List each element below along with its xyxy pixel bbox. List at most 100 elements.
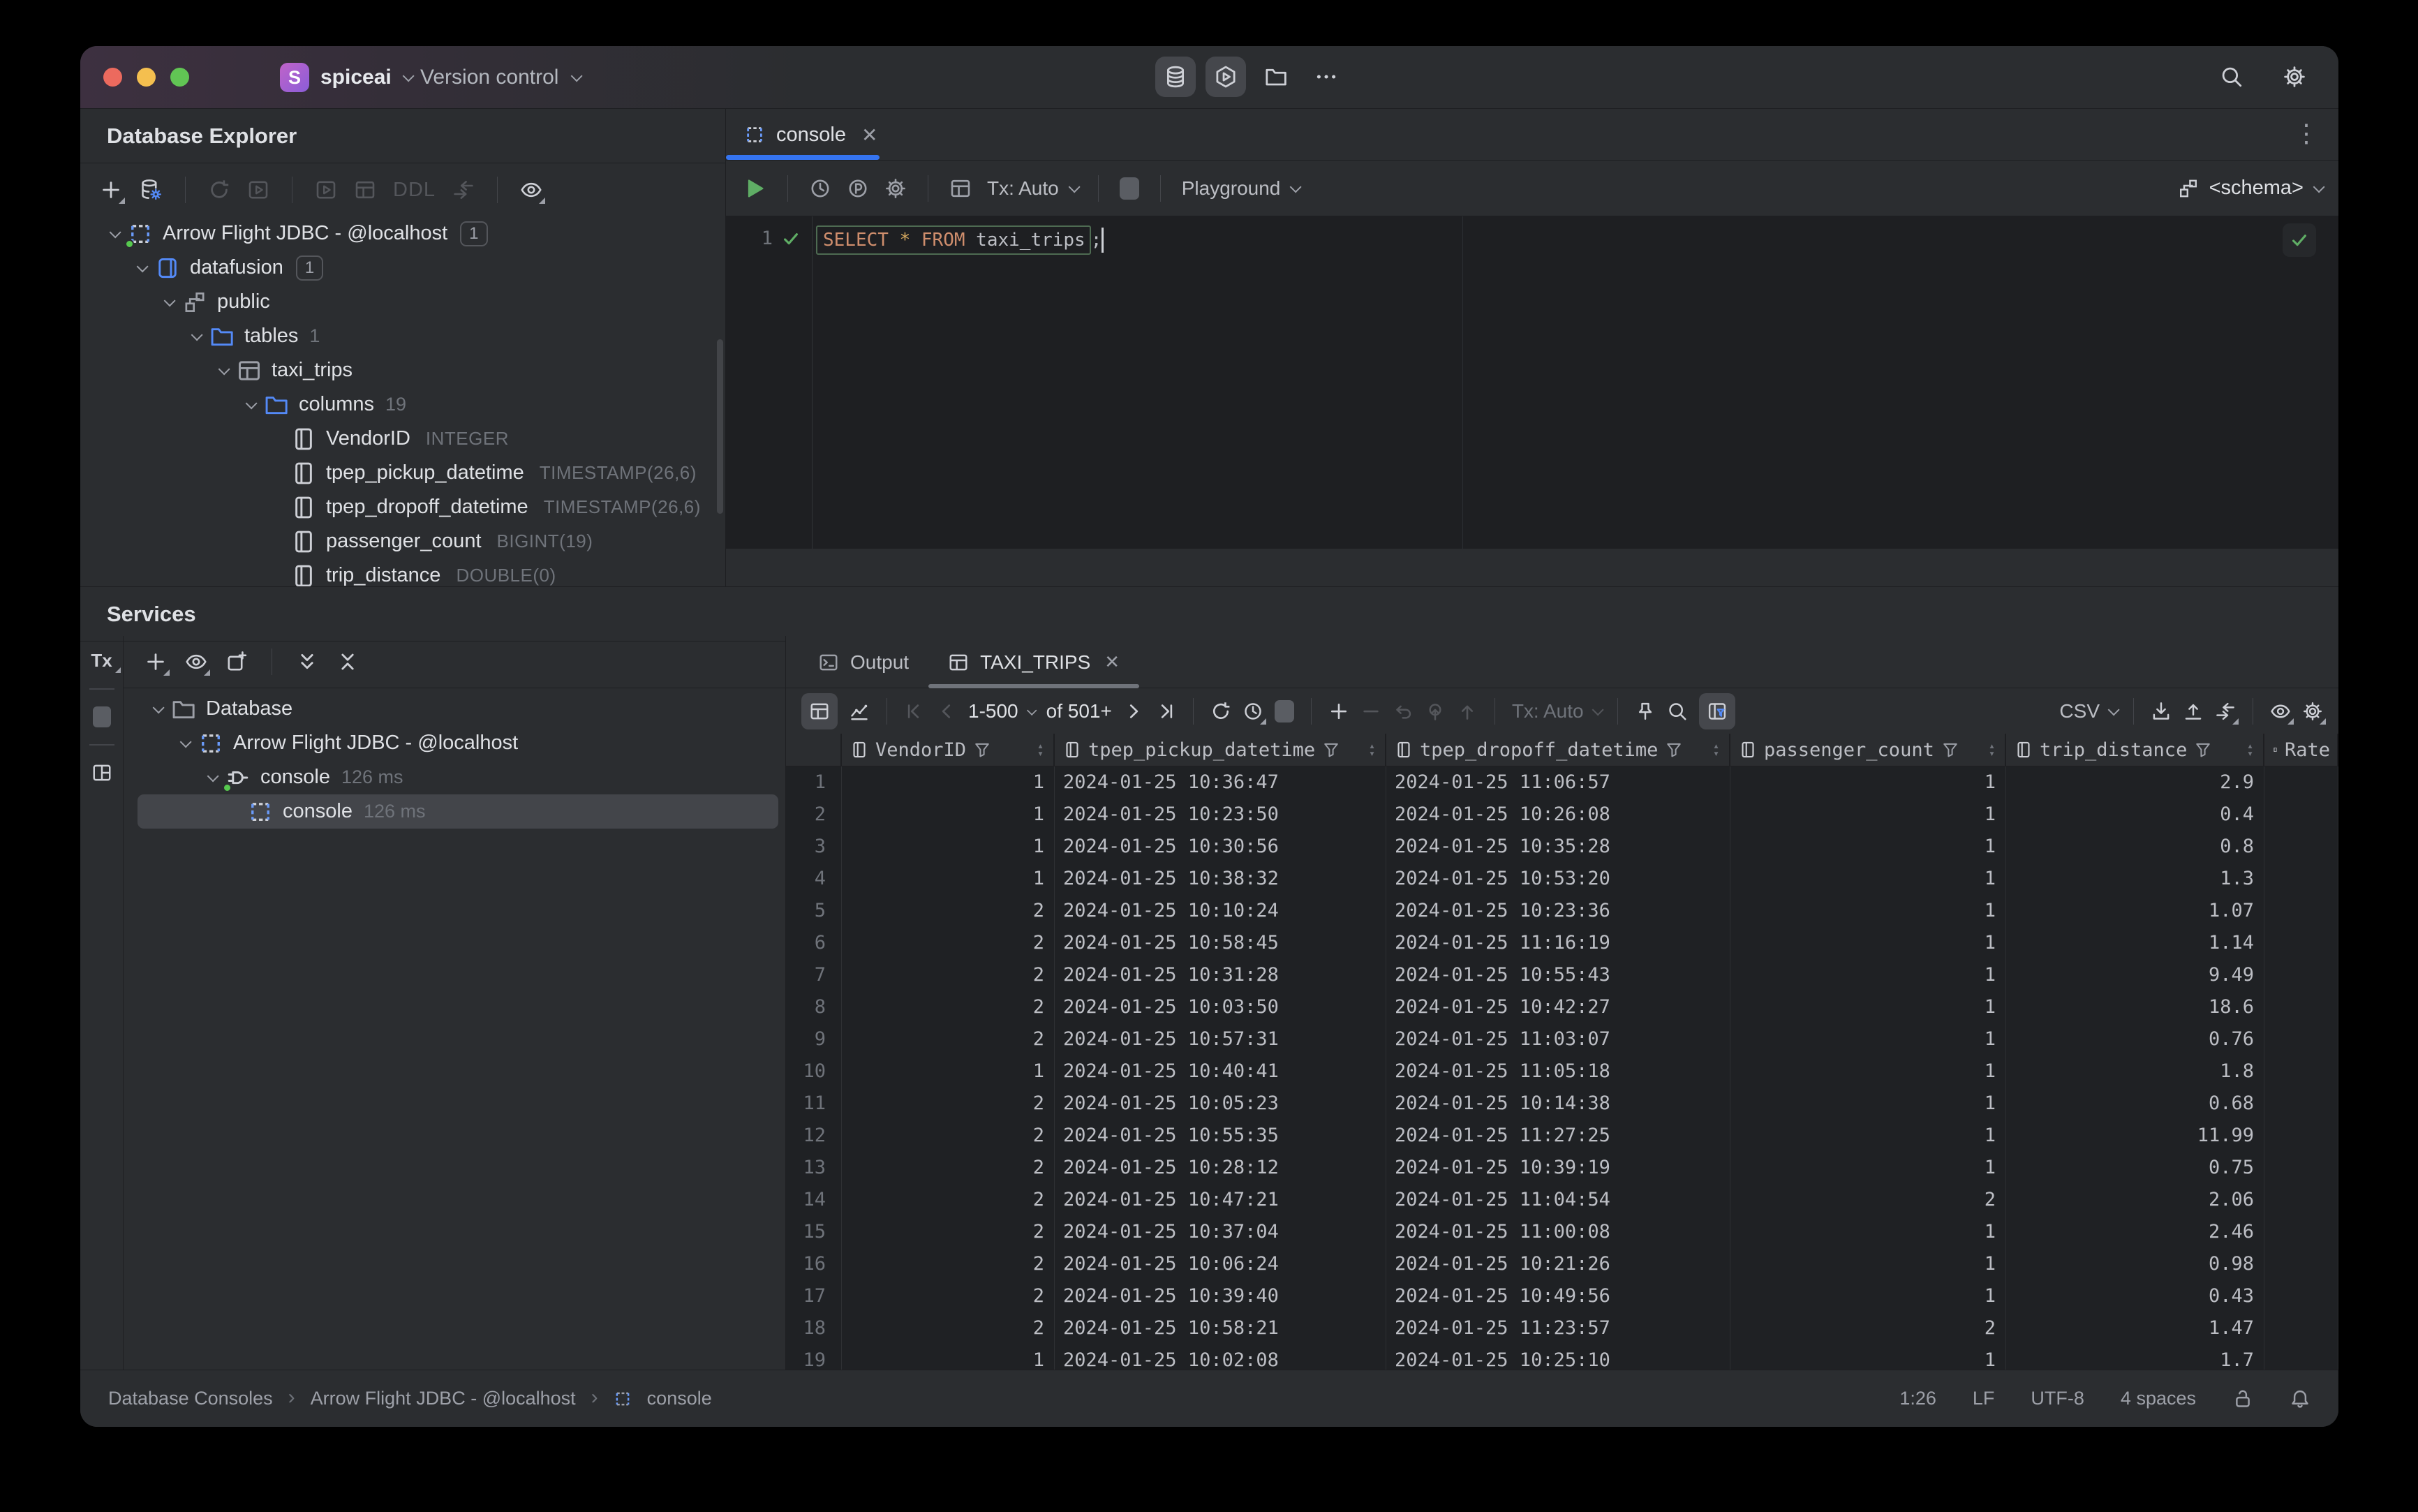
cell-pickup-datetime[interactable]: 2024-01-25 10:30:56 bbox=[1055, 831, 1386, 863]
cell-passenger-count[interactable]: 1 bbox=[1730, 959, 2006, 991]
tree-item-column[interactable]: trip_distance DOUBLE(0) bbox=[80, 558, 725, 586]
cell-dropoff-datetime[interactable]: 2024-01-25 11:16:19 bbox=[1386, 927, 1730, 959]
cell-passenger-count[interactable]: 1 bbox=[1730, 895, 2006, 927]
cell-trip-distance[interactable]: 0.4 bbox=[2006, 799, 2264, 831]
tree-item-database[interactable]: datafusion 1 bbox=[80, 251, 725, 285]
cell-trip-distance[interactable]: 2.06 bbox=[2006, 1184, 2264, 1216]
ddl-button[interactable]: DDL bbox=[393, 179, 436, 202]
cell-rate[interactable] bbox=[2264, 1120, 2338, 1152]
cell-pickup-datetime[interactable]: 2024-01-25 10:40:41 bbox=[1055, 1055, 1386, 1088]
sort-toggle-icon[interactable]: ▴ ▾ bbox=[1713, 741, 1719, 759]
notifications-bell-icon[interactable] bbox=[2290, 1388, 2311, 1409]
cell-pickup-datetime[interactable]: 2024-01-25 10:58:45 bbox=[1055, 927, 1386, 959]
cell-passenger-count[interactable]: 1 bbox=[1730, 831, 2006, 863]
cell-trip-distance[interactable]: 18.6 bbox=[2006, 991, 2264, 1023]
close-tab-icon[interactable]: ✕ bbox=[1104, 651, 1120, 673]
submit-button[interactable] bbox=[1457, 701, 1478, 722]
cell-rate[interactable] bbox=[2264, 1280, 2338, 1312]
cell-passenger-count[interactable]: 1 bbox=[1730, 1152, 2006, 1184]
table-row[interactable]: 1 1 2024-01-25 10:36:47 2024-01-25 11:06… bbox=[786, 766, 2338, 799]
cell-rate[interactable] bbox=[2264, 799, 2338, 831]
tab-taxi-trips[interactable]: TAXI_TRIPS ✕ bbox=[928, 636, 1140, 688]
first-page-button[interactable] bbox=[904, 701, 925, 722]
previous-page-button[interactable] bbox=[936, 701, 957, 722]
filter-panel-button[interactable] bbox=[1698, 692, 1735, 729]
cell-dropoff-datetime[interactable]: 2024-01-25 11:05:18 bbox=[1386, 1055, 1730, 1088]
cell-vendorid[interactable]: 2 bbox=[842, 1312, 1055, 1344]
history-button[interactable] bbox=[809, 177, 831, 200]
chart-view-button[interactable] bbox=[849, 701, 870, 722]
compare-button[interactable] bbox=[2215, 701, 2236, 722]
cell-trip-distance[interactable]: 1.14 bbox=[2006, 927, 2264, 959]
tree-item-column[interactable]: tpep_dropoff_datetime TIMESTAMP(26,6) bbox=[80, 490, 725, 524]
cell-trip-distance[interactable]: 9.49 bbox=[2006, 959, 2264, 991]
stop-button[interactable] bbox=[1274, 699, 1294, 722]
view-options-button[interactable] bbox=[2270, 701, 2291, 722]
cell-dropoff-datetime[interactable]: 2024-01-25 10:14:38 bbox=[1386, 1088, 1730, 1120]
cell-trip-distance[interactable]: 0.75 bbox=[2006, 1152, 2264, 1184]
close-tab-icon[interactable]: ✕ bbox=[861, 124, 877, 147]
cell-trip-distance[interactable]: 1.07 bbox=[2006, 895, 2264, 927]
grid-settings-button[interactable] bbox=[2302, 701, 2323, 722]
tree-item-tables-folder[interactable]: tables 1 bbox=[80, 319, 725, 353]
cell-dropoff-datetime[interactable]: 2024-01-25 10:26:08 bbox=[1386, 799, 1730, 831]
cell-trip-distance[interactable]: 0.68 bbox=[2006, 1088, 2264, 1120]
cell-pickup-datetime[interactable]: 2024-01-25 10:47:21 bbox=[1055, 1184, 1386, 1216]
column-header-trip-distance[interactable]: trip_distance ▴ ▾ bbox=[2006, 734, 2264, 766]
tree-item-column[interactable]: VendorID INTEGER bbox=[80, 422, 725, 456]
cell-trip-distance[interactable]: 1.7 bbox=[2006, 1344, 2264, 1370]
console-settings-button[interactable] bbox=[884, 177, 907, 200]
cell-dropoff-datetime[interactable]: 2024-01-25 11:00:08 bbox=[1386, 1216, 1730, 1248]
find-button[interactable] bbox=[1667, 701, 1688, 722]
settings-button[interactable] bbox=[2274, 57, 2315, 97]
stop-button[interactable] bbox=[1119, 177, 1139, 200]
run-button[interactable] bbox=[743, 177, 766, 200]
add-row-button[interactable] bbox=[1328, 701, 1349, 722]
cell-vendorid[interactable]: 1 bbox=[842, 831, 1055, 863]
breadcrumb-datasource[interactable]: Arrow Flight JDBC - @localhost bbox=[311, 1388, 576, 1409]
cell-passenger-count[interactable]: 2 bbox=[1730, 1184, 2006, 1216]
cell-dropoff-datetime[interactable]: 2024-01-25 10:49:56 bbox=[1386, 1280, 1730, 1312]
cell-trip-distance[interactable]: 1.8 bbox=[2006, 1055, 2264, 1088]
row-number-header[interactable] bbox=[786, 734, 842, 766]
pin-tab-button[interactable] bbox=[1635, 701, 1656, 722]
project-files-button[interactable] bbox=[1256, 57, 1296, 97]
cell-rate[interactable] bbox=[2264, 991, 2338, 1023]
cell-vendorid[interactable]: 2 bbox=[842, 895, 1055, 927]
table-row[interactable]: 10 1 2024-01-25 10:40:41 2024-01-25 11:0… bbox=[786, 1055, 2338, 1088]
cell-passenger-count[interactable]: 1 bbox=[1730, 1344, 2006, 1370]
version-control-menu[interactable]: Version control bbox=[420, 46, 584, 109]
tab-output[interactable]: Output bbox=[799, 636, 928, 688]
layout-button[interactable] bbox=[91, 762, 112, 783]
export-button[interactable] bbox=[2183, 701, 2204, 722]
table-row[interactable]: 14 2 2024-01-25 10:47:21 2024-01-25 11:0… bbox=[786, 1184, 2338, 1216]
editor-options-kebab-icon[interactable]: ⋮ bbox=[2294, 119, 2319, 148]
revert-button[interactable] bbox=[1393, 701, 1414, 722]
expand-all-button[interactable] bbox=[296, 651, 318, 673]
cell-dropoff-datetime[interactable]: 2024-01-25 10:23:36 bbox=[1386, 895, 1730, 927]
cell-trip-distance[interactable]: 1.3 bbox=[2006, 863, 2264, 895]
caret-position-widget[interactable]: 1:26 bbox=[1899, 1388, 1936, 1409]
table-row[interactable]: 9 2 2024-01-25 10:57:31 2024-01-25 11:03… bbox=[786, 1023, 2338, 1055]
filter-funnel-icon[interactable] bbox=[973, 741, 991, 759]
reload-page-button[interactable] bbox=[1210, 701, 1231, 722]
table-row[interactable]: 3 1 2024-01-25 10:30:56 2024-01-25 10:35… bbox=[786, 831, 2338, 863]
cell-vendorid[interactable]: 2 bbox=[842, 1248, 1055, 1280]
datasource-properties-button[interactable] bbox=[139, 178, 163, 202]
cell-pickup-datetime[interactable]: 2024-01-25 10:28:12 bbox=[1055, 1152, 1386, 1184]
parameters-button[interactable] bbox=[847, 177, 869, 200]
cell-dropoff-datetime[interactable]: 2024-01-25 10:35:28 bbox=[1386, 831, 1730, 863]
filter-funnel-icon[interactable] bbox=[1322, 741, 1340, 759]
cell-dropoff-datetime[interactable]: 2024-01-25 11:03:07 bbox=[1386, 1023, 1730, 1055]
cell-pickup-datetime[interactable]: 2024-01-25 10:37:04 bbox=[1055, 1216, 1386, 1248]
sql-editor[interactable]: 1 SELECT * FROM taxi_trips; bbox=[726, 216, 2338, 549]
cell-rate[interactable] bbox=[2264, 959, 2338, 991]
delete-row-button[interactable] bbox=[1360, 701, 1381, 722]
cell-pickup-datetime[interactable]: 2024-01-25 10:03:50 bbox=[1055, 991, 1386, 1023]
cell-rate[interactable] bbox=[2264, 1088, 2338, 1120]
page-size-dropdown[interactable]: 1-500 bbox=[968, 700, 1037, 722]
table-row[interactable]: 17 2 2024-01-25 10:39:40 2024-01-25 10:4… bbox=[786, 1280, 2338, 1312]
project-widget[interactable]: S spiceai bbox=[280, 46, 415, 109]
cell-pickup-datetime[interactable]: 2024-01-25 10:31:28 bbox=[1055, 959, 1386, 991]
table-row[interactable]: 19 1 2024-01-25 10:02:08 2024-01-25 10:2… bbox=[786, 1344, 2338, 1370]
